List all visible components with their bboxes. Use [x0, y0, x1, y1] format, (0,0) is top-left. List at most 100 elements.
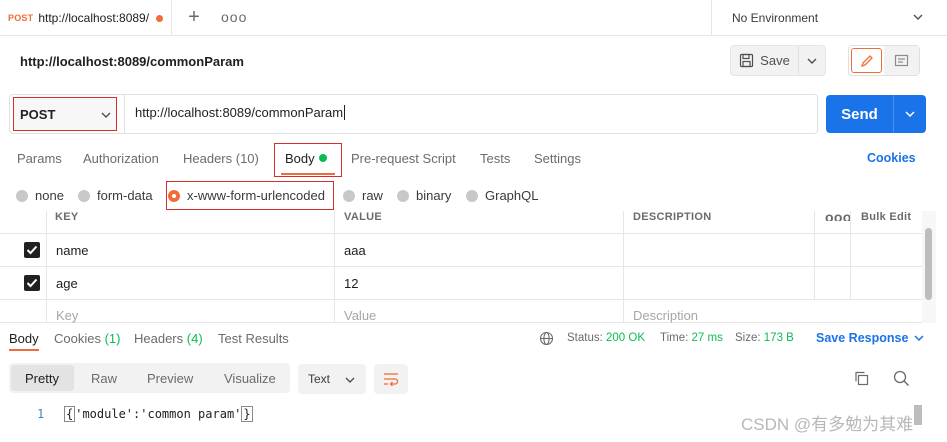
param-value[interactable]: 12 [344, 276, 358, 291]
new-value-input[interactable]: Value [344, 308, 376, 323]
code-content: 'module':'common param' [75, 407, 242, 421]
row-divider [0, 299, 922, 300]
row-divider [0, 266, 922, 267]
body-active-dot-icon [319, 154, 327, 162]
radio-circle-icon [16, 189, 28, 202]
chevron-down-icon [345, 377, 355, 383]
row-checkbox[interactable] [24, 275, 40, 291]
tab-body[interactable]: Body [285, 151, 315, 166]
radio-none[interactable]: none [16, 188, 64, 203]
radio-raw[interactable]: raw [343, 188, 383, 203]
tab-settings[interactable]: Settings [534, 151, 581, 166]
param-value[interactable]: aaa [344, 243, 366, 258]
radio-graphql[interactable]: GraphQL [466, 188, 538, 203]
tab-count: (4) [186, 331, 203, 346]
view-pretty[interactable]: Pretty [25, 371, 59, 386]
view-raw[interactable]: Raw [91, 371, 117, 386]
format-select[interactable]: Text [298, 364, 366, 394]
chevron-down-icon [807, 58, 817, 64]
send-button[interactable]: Send [826, 95, 894, 133]
tab-headers[interactable]: Headers (10) [183, 151, 259, 166]
chevron-down-icon [913, 14, 923, 20]
radio-selected-icon [168, 189, 180, 202]
request-tab[interactable]: POST http://localhost:8089/ [0, 0, 172, 36]
tab-tests[interactable]: Tests [480, 151, 510, 166]
time-label: Time: [660, 332, 689, 344]
column-divider [334, 211, 335, 323]
wrap-lines-button[interactable] [374, 364, 408, 394]
radio-x-www-form-urlencoded[interactable]: x-www-form-urlencoded [168, 188, 325, 203]
cookies-link[interactable]: Cookies [867, 151, 916, 165]
radio-label: none [35, 188, 64, 203]
tab-pre-request-script[interactable]: Pre-request Script [351, 151, 456, 166]
globe-icon[interactable] [539, 331, 554, 346]
save-response-button[interactable]: Save Response [816, 331, 924, 345]
checkmark-icon [26, 278, 38, 288]
table-scrollbar-thumb[interactable] [925, 228, 932, 300]
param-key[interactable]: name [56, 243, 89, 258]
response-time: Time: 27 ms [660, 332, 723, 344]
radio-label: form-data [97, 188, 153, 203]
search-icon[interactable] [893, 370, 910, 387]
edit-doc-toggle [848, 45, 920, 76]
status-value: 200 OK [606, 332, 646, 344]
radio-label: binary [416, 188, 452, 203]
row-divider [0, 233, 922, 234]
save-options-button[interactable] [799, 46, 825, 75]
bulk-edit-button[interactable]: Bulk Edit [861, 211, 911, 223]
chevron-down-icon [101, 112, 111, 118]
send-button-group: Send [826, 95, 926, 133]
url-input[interactable]: http://localhost:8089/commonParam [135, 105, 345, 120]
new-key-input[interactable]: Key [56, 308, 78, 323]
page-title: http://localhost:8089/commonParam [20, 54, 244, 69]
radio-binary[interactable]: binary [397, 188, 451, 203]
environment-selector[interactable]: No Environment [711, 0, 947, 36]
method-select[interactable]: POST [13, 97, 117, 131]
response-body[interactable]: {'module':'common param'} [64, 406, 253, 422]
new-description-input[interactable]: Description [633, 308, 698, 323]
format-value: Text [308, 372, 331, 386]
chevron-down-icon [914, 335, 924, 342]
new-tab-button[interactable]: + [186, 7, 202, 27]
watermark: CSDN @有多勉为其难 [741, 415, 914, 434]
edit-mode-button[interactable] [851, 48, 882, 73]
send-options-button[interactable] [894, 95, 926, 133]
response-tab-cookies[interactable]: Cookies (1) [54, 331, 120, 346]
column-header-description: DESCRIPTION [633, 211, 712, 223]
param-key[interactable]: age [56, 276, 78, 291]
status-code: Status: 200 OK [567, 332, 645, 344]
documentation-mode-button[interactable] [884, 46, 919, 75]
request-tab-method: POST [8, 13, 34, 23]
response-size: Size: 173 B [735, 332, 794, 344]
more-tabs-icon[interactable]: ooo [221, 9, 247, 25]
save-button[interactable]: Save [731, 46, 799, 75]
copy-icon[interactable] [854, 371, 869, 386]
response-tab-test-results[interactable]: Test Results [218, 331, 289, 346]
radio-form-data[interactable]: form-data [78, 188, 153, 203]
line-number: 1 [37, 407, 45, 421]
code-scrollbar-thumb[interactable] [914, 405, 922, 425]
active-tab-underline [281, 173, 335, 175]
column-header-key: KEY [55, 211, 79, 223]
tab-count: (1) [104, 331, 121, 346]
save-response-label: Save Response [816, 331, 909, 345]
radio-circle-icon [466, 189, 478, 202]
column-divider [814, 211, 815, 300]
tab-label: Cookies [54, 331, 101, 346]
tab-params[interactable]: Params [17, 151, 62, 166]
checkmark-icon [26, 245, 38, 255]
tab-authorization[interactable]: Authorization [83, 151, 159, 166]
status-label: Status: [567, 332, 603, 344]
view-preview[interactable]: Preview [147, 371, 193, 386]
active-tab-underline [9, 349, 39, 351]
response-tab-body[interactable]: Body [9, 331, 39, 346]
response-tab-headers[interactable]: Headers (4) [134, 331, 203, 346]
column-options-icon[interactable]: ooo [825, 209, 852, 221]
url-bar [9, 94, 818, 134]
column-header-value: VALUE [344, 211, 382, 223]
time-value: 27 ms [691, 332, 723, 344]
view-visualize[interactable]: Visualize [224, 371, 276, 386]
unsaved-dot-icon [156, 14, 164, 22]
row-checkbox[interactable] [24, 242, 40, 258]
request-tab-url: http://localhost:8089/ [38, 11, 150, 25]
